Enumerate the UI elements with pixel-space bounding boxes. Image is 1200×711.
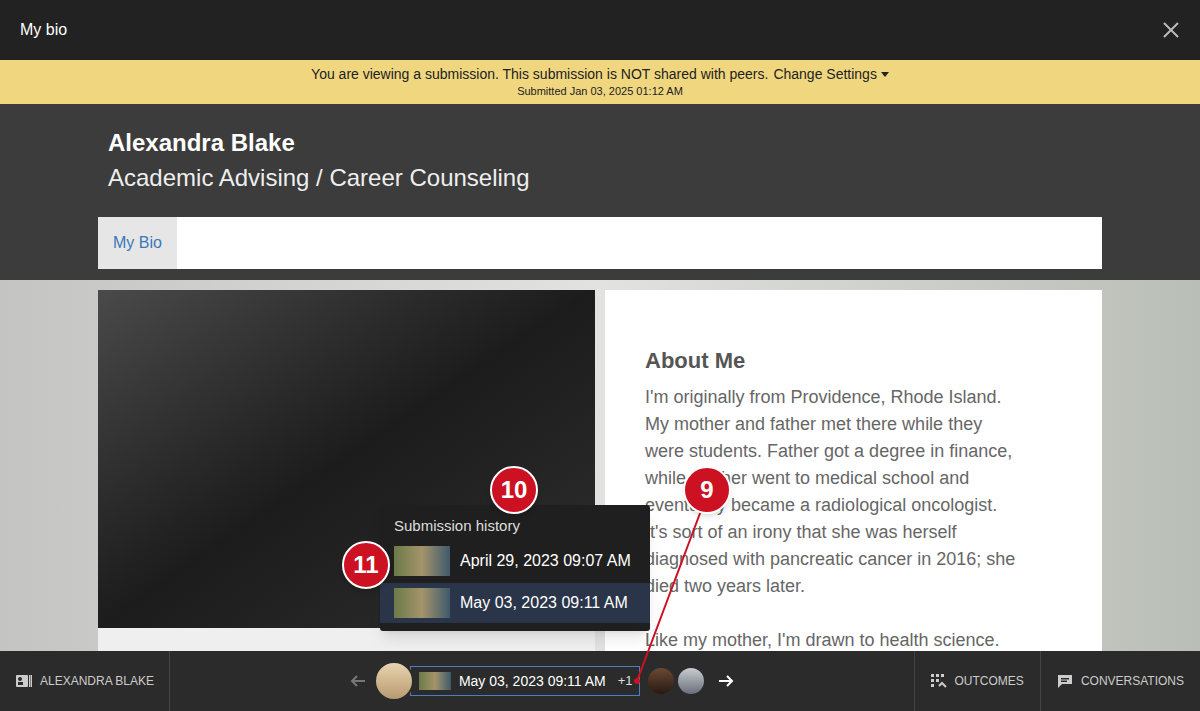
settings-link[interactable]: Change Settings <box>773 65 877 83</box>
history-thumbnail <box>394 588 450 618</box>
close-icon[interactable] <box>1162 21 1180 39</box>
submission-thumbnail <box>419 672 451 690</box>
action-label: CONVERSATIONS <box>1081 672 1184 690</box>
callout-number: 9 <box>700 478 713 502</box>
history-title: Submission history <box>380 513 650 539</box>
paragraph-line: Like my mother, I'm drawn to health scie… <box>645 627 1062 651</box>
student-name: ALEXANDRA BLAKE <box>40 672 154 690</box>
history-date: April 29, 2023 09:07 AM <box>460 549 631 573</box>
profile-name: Alexandra Blake <box>98 128 1102 158</box>
callout-badge: 11 <box>342 541 390 589</box>
arrow-right-icon <box>718 674 734 688</box>
photo-strip <box>98 628 595 651</box>
history-date: May 03, 2023 09:11 AM <box>460 591 628 615</box>
paragraph-line: I'm originally from Providence, Rhode Is… <box>645 384 1062 411</box>
paragraph-line: were students. Father got a degree in fi… <box>645 438 1062 465</box>
arrow-left-icon <box>350 674 366 688</box>
paragraph-line: My mother and father met there while the… <box>645 411 1062 438</box>
submission-date: May 03, 2023 09:11 AM <box>459 671 606 692</box>
student-button[interactable]: ALEXANDRA BLAKE <box>0 651 170 711</box>
peer-avatar[interactable] <box>648 668 674 694</box>
profile-role: Academic Advising / Career Counseling <box>98 162 1102 194</box>
tab-label: My Bio <box>113 231 162 255</box>
outcomes-icon <box>931 674 947 688</box>
tab-bar: My Bio <box>98 217 1102 269</box>
tab[interactable]: My Bio <box>98 217 177 269</box>
about-heading: About Me <box>645 346 1062 376</box>
peer-avatar[interactable] <box>678 668 704 694</box>
current-submission[interactable]: May 03, 2023 09:11 AM +1 <box>410 666 640 696</box>
history-item[interactable]: April 29, 2023 09:07 AM <box>380 541 650 581</box>
about-card: About Me I'm originally from Providence, … <box>605 290 1102 651</box>
status-banner: You are viewing a submission. This submi… <box>0 60 1200 104</box>
footer-actions: OUTCOMES CONVERSATIONS <box>914 651 1200 711</box>
paragraph-line: It's sort of an irony that she was herse… <box>645 519 1062 546</box>
profile-header: Alexandra Blake Academic Advising / Care… <box>0 104 1200 280</box>
callout-badge: 9 <box>683 466 731 514</box>
action-label: OUTCOMES <box>955 672 1024 690</box>
footer-action[interactable]: CONVERSATIONS <box>1040 651 1200 711</box>
footer-action[interactable]: OUTCOMES <box>914 651 1040 711</box>
conversations-icon <box>1057 674 1073 688</box>
paragraph-line: died two years later. <box>645 573 1062 600</box>
about-paragraph: Like my mother, I'm drawn to health scie… <box>645 627 1062 651</box>
callout-number: 11 <box>353 553 378 577</box>
footer-bar: ALEXANDRA BLAKE May 03, 2023 09:11 AM+1 … <box>0 651 1200 711</box>
banner-message: You are viewing a submission. This submi… <box>311 65 768 83</box>
student-avatar[interactable] <box>374 661 414 701</box>
more-count: +1 <box>618 671 633 691</box>
callout-badge: 10 <box>490 466 538 514</box>
caret-icon <box>881 72 889 77</box>
submitted-date: Submitted Jan 03, 2025 01:12 AM <box>517 83 683 99</box>
submission-navigator: May 03, 2023 09:11 AM +1 <box>170 651 914 711</box>
paragraph-line: diagnosed with pancreatic cancer in 2016… <box>645 546 1062 573</box>
change-settings[interactable]: Change Settings <box>773 65 889 83</box>
history-item[interactable]: May 03, 2023 09:11 AM <box>380 583 650 623</box>
history-thumbnail <box>394 546 450 576</box>
title-bar: My bio <box>0 0 1200 60</box>
window-title: My bio <box>20 18 67 42</box>
callout-number: 10 <box>501 478 528 502</box>
submission-history-menu: Submission history April 29, 2023 09:07 A… <box>380 505 650 631</box>
id-card-icon <box>16 674 32 688</box>
